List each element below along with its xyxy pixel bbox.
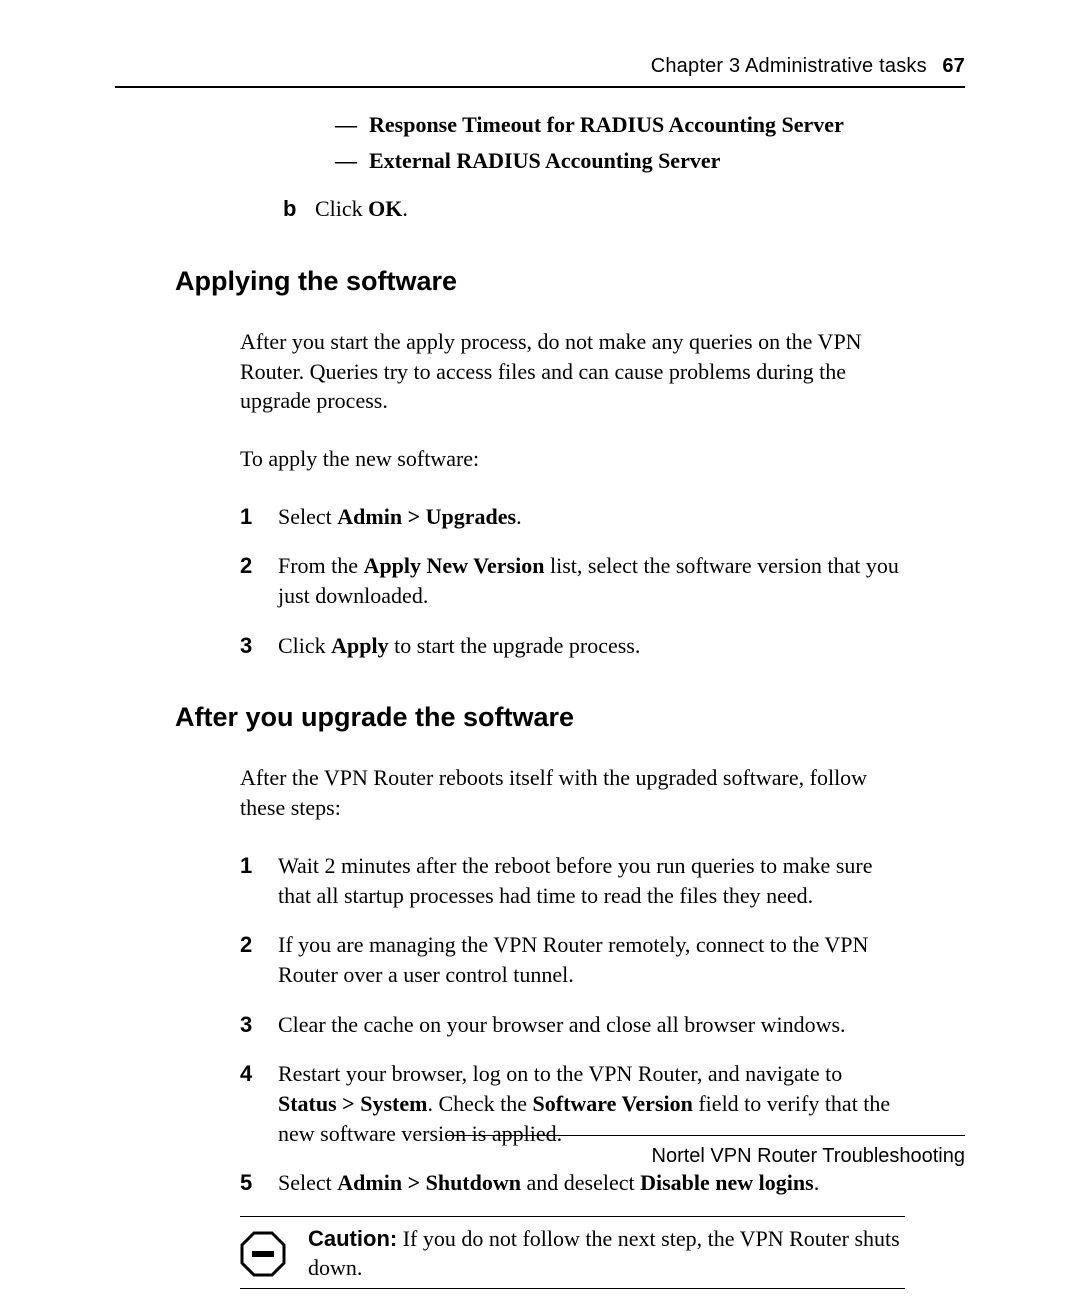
step-number: 1 [240,851,278,910]
text: From the [278,553,364,578]
caution-body: If you do not follow the next step, the … [308,1226,900,1280]
dash-marker: — [335,146,369,176]
page-number: 67 [942,55,965,77]
numbered-step: 1 Select Admin > Upgrades. [240,502,905,532]
step-number: 3 [240,631,278,661]
footer-rule-wrap [115,1135,965,1136]
bold: OK [368,196,402,221]
footer-rule [445,1135,965,1136]
numbered-step: 2 If you are managing the VPN Router rem… [240,930,905,989]
text: Select [278,504,337,529]
numbered-step: 5 Select Admin > Shutdown and deselect D… [240,1168,905,1198]
text: to start the upgrade process. [389,633,641,658]
dash-marker: — [335,110,369,140]
bold: Apply [331,633,388,658]
paragraph: To apply the new software: [240,444,905,474]
dash-item: — Response Timeout for RADIUS Accounting… [335,110,905,140]
numbered-step: 2 From the Apply New Version list, selec… [240,551,905,610]
step-body: Click Apply to start the upgrade process… [278,631,905,661]
step-number: 2 [240,930,278,989]
caution-block: Caution: If you do not follow the next s… [240,1216,905,1289]
step-body: Select Admin > Shutdown and deselect Dis… [278,1168,905,1198]
document-page: Chapter 3 Administrative tasks 67 — Resp… [0,0,1080,1296]
dash-item: — External RADIUS Accounting Server [335,146,905,176]
dash-text: Response Timeout for RADIUS Accounting S… [369,110,905,140]
step-number: 1 [240,502,278,532]
step-number: 5 [240,1168,278,1198]
text: . [402,196,408,221]
text: . [814,1170,820,1195]
section-heading-after-upgrade: After you upgrade the software [175,702,965,733]
step-number: 3 [240,1010,278,1040]
bold: Software Version [533,1091,693,1116]
footer-text: Nortel VPN Router Troubleshooting [652,1145,966,1168]
numbered-step: 1 Wait 2 minutes after the reboot before… [240,851,905,910]
page-content: — Response Timeout for RADIUS Accounting… [115,88,965,1289]
step-body: Select Admin > Upgrades. [278,502,905,532]
text: and deselect [521,1170,640,1195]
text: . [516,504,522,529]
letter-step-b: b Click OK. [283,195,905,224]
paragraph: After you start the apply process, do no… [240,327,905,416]
step-marker: b [283,195,315,224]
text: . Check the [427,1091,532,1116]
page-header: Chapter 3 Administrative tasks 67 [115,55,965,84]
step-number: 2 [240,551,278,610]
step-body: If you are managing the VPN Router remot… [278,930,905,989]
bold: Disable new logins [640,1170,814,1195]
chapter-label: Chapter 3 Administrative tasks [651,55,927,77]
bold: Apply New Version [364,553,545,578]
step-body: Click OK. [315,195,408,224]
step-body: Wait 2 minutes after the reboot before y… [278,851,905,910]
dash-text: External RADIUS Accounting Server [369,146,905,176]
step-body: From the Apply New Version list, select … [278,551,905,610]
caution-bottom-rule [240,1288,905,1289]
dash-list: — Response Timeout for RADIUS Accounting… [335,110,905,175]
bold: Admin > Shutdown [337,1170,521,1195]
bold: Admin > Upgrades [337,504,516,529]
caution-icon [240,1231,304,1277]
numbered-step: 3 Clear the cache on your browser and cl… [240,1010,905,1040]
text: Restart your browser, log on to the VPN … [278,1061,842,1086]
paragraph: After the VPN Router reboots itself with… [240,763,905,822]
text: Click [315,196,368,221]
text: Click [278,633,331,658]
caution-label: Caution: [308,1226,397,1251]
bold: Status > System [278,1091,427,1116]
caution-text: Caution: If you do not follow the next s… [304,1225,905,1282]
step-body: Clear the cache on your browser and clos… [278,1010,905,1040]
text: Select [278,1170,337,1195]
numbered-step: 3 Click Apply to start the upgrade proce… [240,631,905,661]
section-heading-applying: Applying the software [175,266,965,297]
